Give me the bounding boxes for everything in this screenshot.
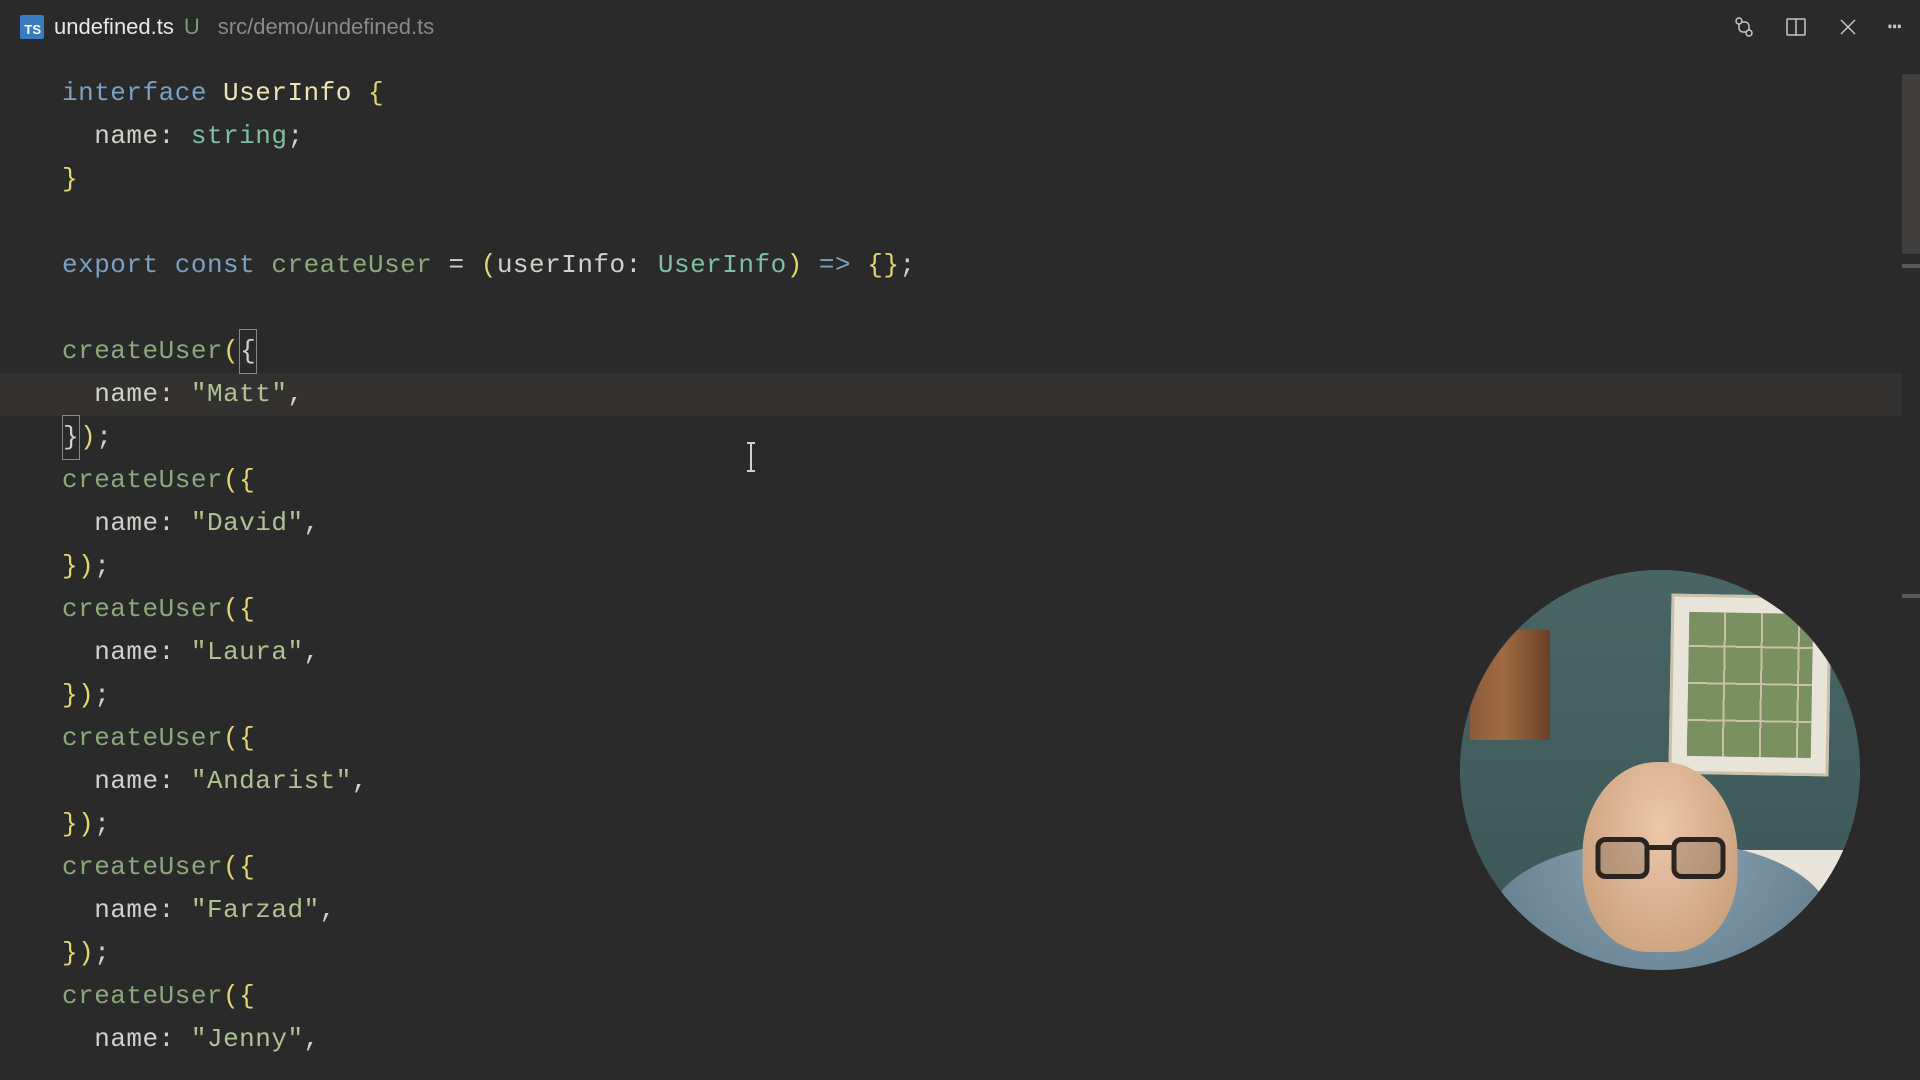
split-editor-icon[interactable] [1784, 15, 1808, 39]
string-literal: "Andarist" [191, 760, 352, 803]
parameter: userInfo [497, 244, 626, 287]
tab-bar: TS undefined.ts U src/demo/undefined.ts … [0, 0, 1920, 54]
scrollbar-mark [1902, 264, 1920, 268]
string-literal: "Matt" [191, 373, 288, 416]
keyword: interface [62, 72, 207, 115]
scrollbar-mark [1902, 594, 1920, 598]
vertical-scrollbar[interactable] [1902, 54, 1920, 1080]
arrow: => [819, 244, 851, 287]
type-ref: UserInfo [658, 244, 787, 287]
editor-toolbar: ⋯ [1732, 0, 1904, 54]
webcam-overlay [1460, 570, 1860, 970]
editor-tab[interactable]: TS undefined.ts U src/demo/undefined.ts [8, 0, 446, 54]
compare-changes-icon[interactable] [1732, 15, 1756, 39]
string-literal: "Laura" [191, 631, 304, 674]
tab-git-status: U [184, 14, 200, 40]
keyword: export [62, 244, 159, 287]
scrollbar-thumb[interactable] [1902, 74, 1920, 254]
function-name: createUser [271, 244, 432, 287]
current-line: name: "Matt", [0, 373, 1920, 416]
string-literal: "Jenny" [191, 1018, 304, 1061]
type-ref: string [191, 115, 288, 158]
text-cursor [750, 442, 752, 472]
typescript-file-icon: TS [20, 15, 44, 39]
string-literal: "David" [191, 502, 304, 545]
more-icon[interactable]: ⋯ [1888, 12, 1904, 42]
string-literal: "Farzad" [191, 889, 320, 932]
close-icon[interactable] [1836, 15, 1860, 39]
function-call: createUser [62, 330, 223, 373]
keyword: const [175, 244, 256, 287]
breadcrumb[interactable]: src/demo/undefined.ts [218, 14, 434, 40]
property-name: name [94, 115, 158, 158]
tab-filename: undefined.ts [54, 14, 174, 40]
type-identifier: UserInfo [223, 72, 352, 115]
